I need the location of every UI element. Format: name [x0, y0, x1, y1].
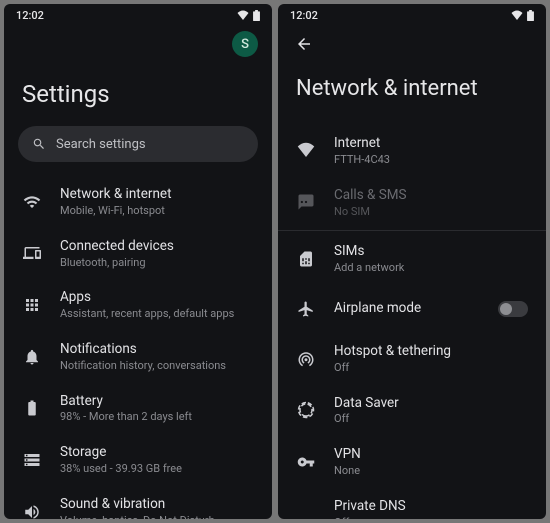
status-bar: 12:02: [4, 4, 272, 26]
search-input[interactable]: Search settings: [18, 126, 258, 162]
settings-screen: 12:02 S Settings Search settings Network…: [4, 4, 272, 519]
back-button[interactable]: [292, 32, 316, 56]
divider: [278, 230, 546, 231]
status-time: 12:02: [290, 9, 318, 22]
row-network[interactable]: Network & internetMobile, Wi-Fi, hotspot: [4, 176, 272, 228]
row-title: Battery: [60, 393, 254, 410]
status-time: 12:02: [16, 9, 44, 22]
status-icons: [237, 10, 260, 21]
row-sub: Off: [334, 516, 528, 519]
row-sub: None: [334, 464, 528, 478]
row-data-saver[interactable]: Data SaverOff: [278, 385, 546, 437]
row-title: Apps: [60, 289, 254, 306]
row-title: Airplane mode: [334, 300, 480, 317]
row-sub: Bluetooth, pairing: [60, 256, 254, 270]
header-row: [278, 26, 546, 56]
devices-icon: [22, 243, 42, 263]
row-sub: 98% - More than 2 days left: [60, 410, 254, 424]
row-title: Internet: [334, 135, 528, 152]
wifi-icon: [237, 10, 249, 20]
row-title: Hotspot & tethering: [334, 343, 528, 360]
row-title: Notifications: [60, 341, 254, 358]
row-sub: Off: [334, 361, 528, 375]
row-title: Data Saver: [334, 395, 528, 412]
row-sound[interactable]: Sound & vibrationVolume, haptics, Do Not…: [4, 486, 272, 519]
phone-sms-icon: [296, 192, 316, 212]
row-apps[interactable]: AppsAssistant, recent apps, default apps: [4, 279, 272, 331]
page-title: Network & internet: [278, 56, 546, 125]
row-title: Connected devices: [60, 238, 254, 255]
wifi-icon: [22, 192, 42, 212]
network-list: InternetFTTH-4C43 Calls & SMSNo SIM SIMs…: [278, 125, 546, 519]
airplane-toggle[interactable]: [498, 301, 528, 317]
row-title: Calls & SMS: [334, 187, 528, 204]
row-sims[interactable]: SIMsAdd a network: [278, 233, 546, 285]
row-sub: 38% used - 39.93 GB free: [60, 462, 254, 476]
wifi-icon: [511, 10, 523, 20]
status-bar: 12:02: [278, 4, 546, 26]
row-sub: Volume, haptics, Do Not Disturb: [60, 514, 254, 519]
vpn-icon: [296, 452, 316, 472]
row-airplane[interactable]: Airplane mode: [278, 285, 546, 333]
row-internet[interactable]: InternetFTTH-4C43: [278, 125, 546, 177]
search-icon: [32, 137, 46, 151]
airplane-icon: [296, 299, 316, 319]
storage-icon: [22, 450, 42, 470]
avatar[interactable]: S: [232, 31, 258, 57]
row-storage[interactable]: Storage38% used - 39.93 GB free: [4, 434, 272, 486]
row-calls-sms: Calls & SMSNo SIM: [278, 177, 546, 229]
bell-icon: [22, 347, 42, 367]
volume-icon: [22, 502, 42, 519]
row-title: VPN: [334, 446, 528, 463]
hotspot-icon: [296, 349, 316, 369]
row-sub: Notification history, conversations: [60, 359, 254, 373]
row-title: Private DNS: [334, 498, 528, 515]
network-screen: 12:02 Network & internet InternetFTTH-4C…: [278, 4, 546, 519]
arrow-back-icon: [295, 35, 313, 53]
row-sub: No SIM: [334, 205, 528, 219]
row-sub: FTTH-4C43: [334, 153, 528, 167]
row-sub: Off: [334, 412, 528, 426]
page-title: Settings: [4, 56, 272, 126]
row-hotspot[interactable]: Hotspot & tetheringOff: [278, 333, 546, 385]
row-title: Storage: [60, 444, 254, 461]
apps-icon: [22, 295, 42, 315]
search-placeholder: Search settings: [56, 137, 146, 152]
row-sub: Mobile, Wi-Fi, hotspot: [60, 204, 254, 218]
row-title: SIMs: [334, 243, 528, 260]
row-battery[interactable]: Battery98% - More than 2 days left: [4, 383, 272, 435]
row-private-dns[interactable]: Private DNSOff: [278, 488, 546, 519]
row-vpn[interactable]: VPNNone: [278, 436, 546, 488]
data-saver-icon: [296, 400, 316, 420]
battery-icon: [253, 10, 260, 21]
row-sub: Assistant, recent apps, default apps: [60, 307, 254, 321]
row-sub: Add a network: [334, 261, 528, 275]
row-notifications[interactable]: NotificationsNotification history, conve…: [4, 331, 272, 383]
row-title: Network & internet: [60, 186, 254, 203]
header-row: S: [4, 26, 272, 56]
battery-icon: [527, 10, 534, 21]
wifi-icon: [296, 141, 316, 161]
battery-icon: [22, 398, 42, 418]
status-icons: [511, 10, 534, 21]
row-connected-devices[interactable]: Connected devicesBluetooth, pairing: [4, 228, 272, 280]
row-title: Sound & vibration: [60, 496, 254, 513]
settings-list: Network & internetMobile, Wi-Fi, hotspot…: [4, 176, 272, 519]
sim-icon: [296, 249, 316, 269]
